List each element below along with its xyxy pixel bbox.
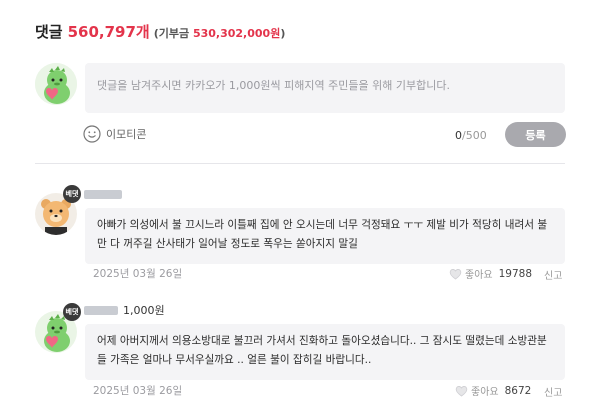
comment-2-line-2: 들 가족은 얼마나 무서우실까요 .. 얼른 불이 잡히길 바랍니다.. bbox=[97, 354, 372, 366]
comment-input[interactable]: 댓글을 남겨주시면 카카오가 1,000원씩 피해지역 주민들을 위해 기부합니… bbox=[85, 63, 565, 113]
comment-2-like-button[interactable]: 좋아요 8672 bbox=[455, 383, 531, 398]
comment-2-line-1: 어제 아버지께서 의용소방대로 불끄러 가셔서 진화하고 돌아오셨습니다.. 그… bbox=[97, 335, 547, 347]
submit-button[interactable]: 등록 bbox=[505, 122, 566, 147]
comment-2-best-badge: 베댓 bbox=[63, 303, 81, 321]
comment-1-line-2: 만 다 꺼주길 산사태가 일어날 정도로 폭우는 쏟아지지 말길 bbox=[97, 238, 358, 250]
my-avatar bbox=[35, 63, 77, 105]
char-counter: 0/500 bbox=[455, 129, 487, 142]
comment-1-best-badge: 베댓 bbox=[63, 185, 81, 203]
comment-1-date: 2025년 03월 26일 bbox=[93, 268, 183, 280]
comments-title: 댓글 bbox=[35, 23, 63, 41]
donation-amount: 530,302,000원 bbox=[192, 27, 281, 40]
donation-close: ) bbox=[280, 27, 286, 40]
donation-open: (기부금 bbox=[153, 27, 193, 40]
char-current: 0 bbox=[455, 129, 462, 142]
divider bbox=[35, 163, 565, 164]
comment-2-like-label: 좋아요 bbox=[471, 387, 499, 398]
char-max: /500 bbox=[462, 129, 487, 142]
comments-count: 560,797개 bbox=[67, 23, 150, 41]
heart-outline-icon bbox=[449, 268, 462, 279]
comment-2-report-button[interactable]: 신고 bbox=[544, 384, 562, 399]
comment-2-donation: 1,000원 bbox=[123, 304, 165, 317]
donation-total: (기부금 530,302,000원) bbox=[154, 25, 286, 41]
comment-1-author-name[interactable] bbox=[84, 190, 122, 199]
comment-1-report-button[interactable]: 신고 bbox=[544, 267, 562, 282]
comment-1-line-1: 아빠가 의성에서 불 끄시느라 이틀째 집에 안 오시는데 너무 걱정돼요 ㅜㅜ… bbox=[97, 219, 548, 231]
emoticon-button[interactable]: 이모티콘 bbox=[83, 125, 146, 143]
comments-header: 댓글 560,797개 (기부금 530,302,000원) bbox=[35, 21, 285, 43]
smiley-face-icon bbox=[83, 125, 101, 143]
comment-1-like-count: 19788 bbox=[498, 267, 533, 280]
comment-2-author-name[interactable] bbox=[84, 306, 118, 315]
comment-1-like-button[interactable]: 좋아요 19788 bbox=[449, 266, 532, 281]
comment-2-date: 2025년 03월 26일 bbox=[93, 385, 183, 397]
comment-2-like-count: 8672 bbox=[504, 384, 532, 397]
comment-1-text: 아빠가 의성에서 불 끄시느라 이틀째 집에 안 오시는데 너무 걱정돼요 ㅜㅜ… bbox=[85, 208, 565, 264]
emoticon-label: 이모티콘 bbox=[106, 128, 147, 141]
comment-2-text: 어제 아버지께서 의용소방대로 불끄러 가셔서 진화하고 돌아오셨습니다.. 그… bbox=[85, 324, 565, 380]
comment-input-placeholder: 댓글을 남겨주시면 카카오가 1,000원씩 피해지역 주민들을 위해 기부합니… bbox=[97, 79, 450, 92]
comment-1-like-label: 좋아요 bbox=[465, 270, 493, 281]
heart-outline-icon bbox=[455, 385, 468, 396]
green-dinosaur-avatar-icon bbox=[35, 63, 77, 105]
